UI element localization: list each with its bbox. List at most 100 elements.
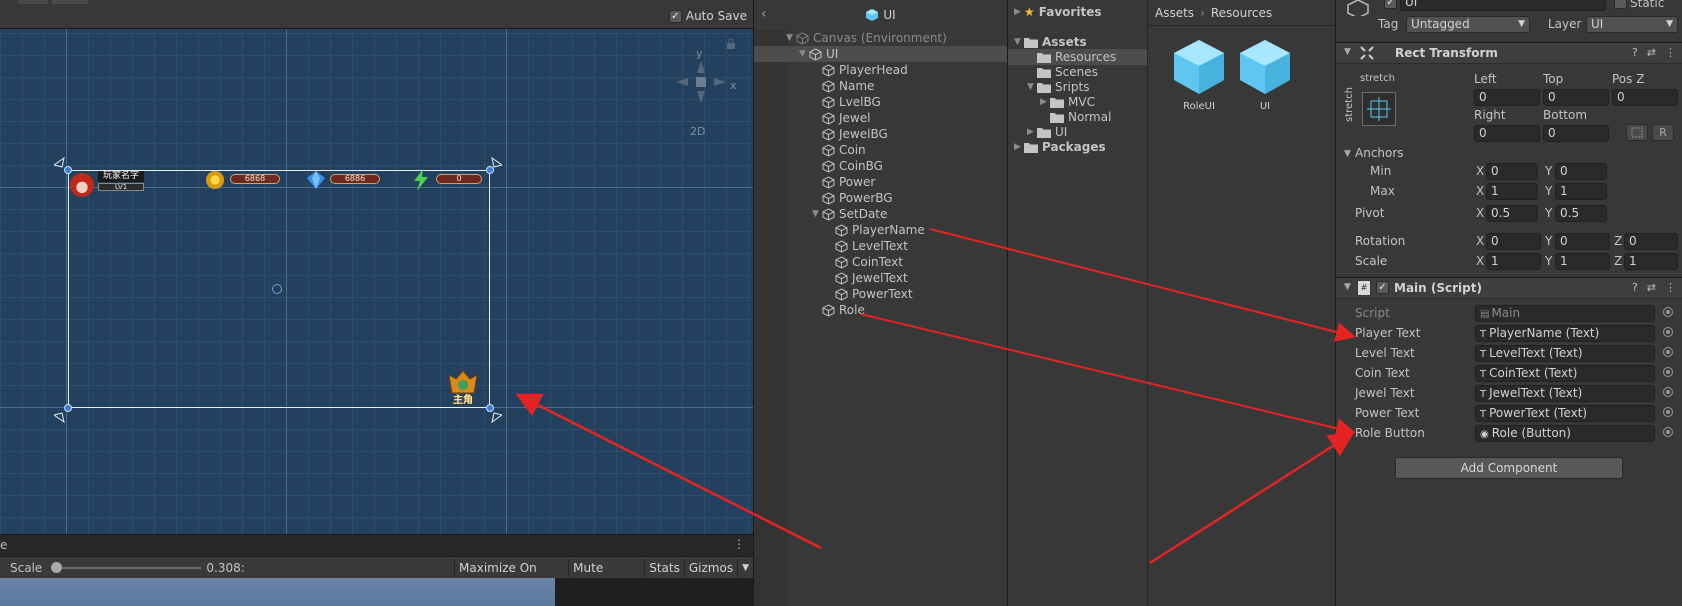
anchor-max-y-field[interactable]: 1 — [1555, 183, 1607, 200]
breadcrumb-assets[interactable]: Assets — [1155, 6, 1194, 20]
object-picker-icon[interactable] — [1663, 427, 1673, 437]
hierarchy-item[interactable]: ▼ Canvas (Environment) — [754, 30, 1007, 46]
left-field[interactable]: 0 — [1474, 89, 1540, 106]
gizmo-axes-icon[interactable] — [668, 57, 734, 107]
more-options-icon[interactable]: ⋮ — [1665, 46, 1676, 59]
posz-field[interactable]: 0 — [1612, 89, 1678, 106]
scene-grid[interactable]: y x 2D 玩家名字 LV1 6868 6886 0 主角 — [0, 29, 753, 534]
hierarchy-item[interactable]: CoinBG — [754, 158, 1007, 174]
gizmos-button[interactable]: Gizmos — [683, 558, 737, 577]
hierarchy-item[interactable]: PowerBG — [754, 190, 1007, 206]
fold-arrow-icon[interactable]: ▶ — [1027, 127, 1037, 137]
hierarchy-item[interactable]: JewelText — [754, 270, 1007, 286]
more-options-icon[interactable]: ⋮ — [1665, 281, 1676, 294]
object-picker-icon[interactable] — [1663, 347, 1673, 357]
anchor-min-x-field[interactable]: 0 — [1486, 163, 1538, 180]
scale-slider[interactable] — [47, 557, 202, 579]
object-reference-field[interactable]: T LevelText (Text) — [1475, 345, 1655, 362]
object-picker-icon[interactable] — [1663, 387, 1673, 397]
hierarchy-item[interactable]: PowerText — [754, 286, 1007, 302]
project-folder-item[interactable]: ▼ Assets — [1008, 34, 1147, 50]
hierarchy-item[interactable]: Name — [754, 78, 1007, 94]
fold-arrow-icon[interactable]: ▼ — [799, 49, 809, 59]
layer-dropdown[interactable]: UI ▼ — [1586, 16, 1678, 33]
object-reference-field[interactable]: T PlayerName (Text) — [1475, 325, 1655, 342]
fold-arrow-icon[interactable]: ▼ — [1344, 47, 1351, 57]
script-enabled-checkbox[interactable]: ✓ — [1376, 281, 1389, 294]
breadcrumb-resources[interactable]: Resources — [1211, 6, 1272, 20]
role-button[interactable]: 主角 — [446, 369, 480, 406]
hierarchy-item[interactable]: PlayerName — [754, 222, 1007, 238]
scene-view[interactable]: ✓ Auto Save y x 2D 玩家名字 LV1 6868 6886 0 … — [0, 0, 753, 606]
back-icon[interactable]: ‹ — [761, 6, 767, 22]
fold-arrow-icon[interactable]: ▶ — [1014, 142, 1024, 152]
top-field[interactable]: 0 — [1543, 89, 1609, 106]
project-folder-item[interactable]: Resources — [1008, 49, 1147, 65]
fold-arrow-icon[interactable]: ▼ — [1344, 282, 1351, 292]
scale-slider-knob[interactable] — [51, 561, 63, 573]
object-reference-field[interactable]: T PowerText (Text) — [1475, 405, 1655, 422]
fold-arrow-icon[interactable]: ▶ — [1014, 7, 1024, 17]
add-component-button[interactable]: Add Component — [1395, 457, 1623, 479]
gizmos-dropdown-icon[interactable]: ▼ — [737, 558, 753, 577]
project-folder-item[interactable]: Normal — [1008, 109, 1147, 125]
object-reference-field[interactable]: T JewelText (Text) — [1475, 385, 1655, 402]
pivot-handle[interactable] — [272, 284, 282, 294]
hierarchy-item[interactable]: ▼ UI — [754, 46, 1007, 62]
object-picker-icon[interactable] — [1663, 327, 1673, 337]
main-script-header[interactable]: ▼ # ✓ Main (Script) ? ⇄ ⋮ — [1336, 277, 1682, 299]
object-picker-icon[interactable] — [1663, 407, 1673, 417]
project-folder-item[interactable]: ▶ Packages — [1008, 139, 1147, 155]
project-folder-item[interactable]: Scenes — [1008, 64, 1147, 80]
hierarchy-item[interactable]: Coin — [754, 142, 1007, 158]
rotation-z-field[interactable]: 0 — [1624, 233, 1678, 250]
asset-ui[interactable]: UI — [1234, 36, 1296, 112]
bottom-field[interactable]: 0 — [1543, 125, 1609, 142]
fold-arrow-icon[interactable]: ▼ — [1344, 149, 1351, 159]
object-name-field[interactable]: UI — [1400, 0, 1606, 11]
maximize-on-play-button[interactable]: Maximize On Play — [454, 558, 568, 593]
mute-audio-button[interactable]: Mute Audio — [568, 558, 644, 593]
project-folder-item[interactable]: ▼ Sripts — [1008, 79, 1147, 95]
scale-y-field[interactable]: 1 — [1555, 253, 1610, 270]
hierarchy-item[interactable]: CoinText — [754, 254, 1007, 270]
favorites-row[interactable]: ▶ ★ Favorites — [1008, 4, 1147, 20]
hierarchy-item[interactable]: LevelText — [754, 238, 1007, 254]
rotation-x-field[interactable]: 0 — [1486, 233, 1541, 250]
preset-icon[interactable]: ⇄ — [1647, 281, 1656, 294]
hierarchy-item[interactable]: Power — [754, 174, 1007, 190]
more-options-icon[interactable]: ⋮ — [733, 537, 745, 551]
anchor-preset-button[interactable] — [1362, 92, 1396, 126]
blueprint-mode-button[interactable] — [1626, 124, 1648, 141]
object-reference-field[interactable]: T CoinText (Text) — [1475, 365, 1655, 382]
rotation-y-field[interactable]: 0 — [1555, 233, 1610, 250]
hierarchy-item[interactable]: Jewel — [754, 110, 1007, 126]
toolbar-button-stub[interactable] — [18, 0, 48, 4]
hierarchy-item[interactable]: Role — [754, 302, 1007, 318]
object-reference-field[interactable]: ◉ Role (Button) — [1475, 425, 1655, 442]
static-checkbox[interactable] — [1614, 0, 1627, 9]
right-field[interactable]: 0 — [1474, 125, 1540, 142]
anchor-min-y-field[interactable]: 0 — [1555, 163, 1607, 180]
project-folder-item[interactable]: ▶ UI — [1008, 124, 1147, 140]
pivot-x-field[interactable]: 0.5 — [1486, 205, 1538, 222]
active-checkbox[interactable]: ✓ — [1384, 0, 1397, 9]
auto-save-toggle[interactable]: ✓ Auto Save — [668, 9, 747, 23]
scale-x-field[interactable]: 1 — [1486, 253, 1541, 270]
fold-arrow-icon[interactable]: ▼ — [786, 33, 796, 43]
preset-icon[interactable]: ⇄ — [1647, 46, 1656, 59]
fold-arrow-icon[interactable]: ▼ — [1027, 82, 1037, 92]
pivot-y-field[interactable]: 0.5 — [1555, 205, 1607, 222]
scene-gizmo[interactable]: y x 2D — [668, 39, 738, 149]
auto-save-checkbox[interactable]: ✓ — [668, 9, 682, 23]
toolbar-button-stub[interactable] — [52, 0, 88, 4]
tag-dropdown[interactable]: Untagged ▼ — [1406, 16, 1530, 33]
asset-roleui[interactable]: RoleUI — [1168, 36, 1230, 112]
hierarchy-item[interactable]: JewelBG — [754, 126, 1007, 142]
gizmo-2d-label[interactable]: 2D — [690, 125, 705, 138]
raw-edit-button[interactable]: R — [1652, 124, 1674, 141]
object-picker-icon[interactable] — [1663, 367, 1673, 377]
help-icon[interactable]: ? — [1632, 281, 1638, 294]
project-folder-item[interactable]: ▶ MVC — [1008, 94, 1147, 110]
lock-icon[interactable] — [726, 39, 736, 49]
